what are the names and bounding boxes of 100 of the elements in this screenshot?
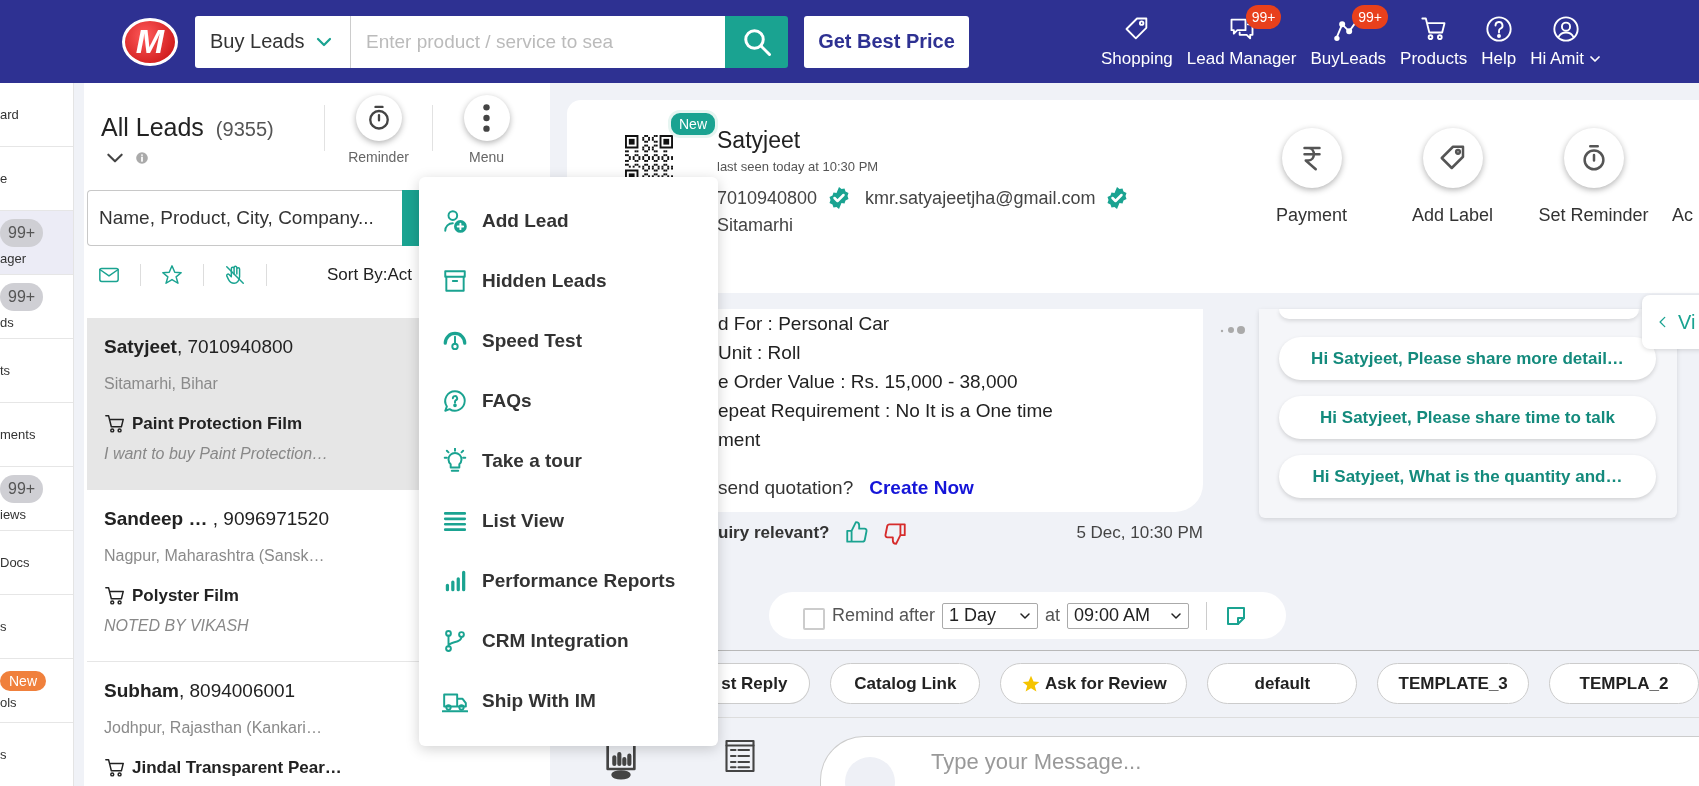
template-chip[interactable]: TEMPLATE_3 [1377,663,1529,704]
sidebar-item[interactable]: 99+ iews [0,467,73,531]
help-icon [1484,14,1513,43]
nav-link[interactable]: Products [1394,4,1474,69]
template-chip[interactable]: Catalog Link [830,663,981,704]
lead-name: Subham, 8094006001 [104,680,296,703]
lead-name: Sandeep … , 9096971520 [104,508,329,531]
bulb-icon [442,448,468,474]
lead-note: I want to buy Paint Protection… [104,444,329,463]
hand-icon[interactable] [224,264,246,286]
info-icon [135,151,149,165]
lead-location: Jodhpur, Rajasthan (Kankari… [104,718,322,738]
sidebar-label: iews [0,507,26,522]
menu-item[interactable]: Ship With IM [419,671,718,731]
sidebar-item[interactable]: 99+ ager [0,211,73,275]
nav-link[interactable]: Help [1475,4,1523,69]
template-chip[interactable]: Ask for Review [1000,663,1188,704]
lead-note: NOTED BY VIKASH [104,616,249,635]
star-icon[interactable] [161,264,183,286]
product-name: Paint Protection Film [132,413,303,434]
count-badge: 99+ [1245,4,1282,29]
sidebar-label: s [0,619,7,634]
reminder-label: Remind after [832,605,936,626]
time-select[interactable]: 09:00 AM [1067,602,1190,629]
reply-chip[interactable]: Hi Satyjeet, Please share more detail… [1279,337,1656,380]
lead-location: Nagpur, Maharashtra (Sansk… [104,546,325,566]
cart-icon [104,756,126,779]
checkbox[interactable] [803,607,825,630]
enquiry-detail: d For : Personal Car [718,312,891,336]
sidebar-label: ols [0,695,17,710]
reply-chip[interactable]: Hi Satyjeet, What is the quantity and… [1279,455,1656,498]
period-select[interactable]: 1 Day [942,602,1039,629]
lead-name: Satyjeet, 7010940800 [104,336,294,359]
sidebar-label: ds [0,315,14,330]
sidebar-item[interactable]: Docs [0,531,73,595]
enquiry-detail: epeat Requirement : No It is a One time [718,399,1054,423]
sidebar-item[interactable]: ard [0,83,73,147]
new-badge: New [0,671,46,691]
phone-number: 7010940800 [717,187,818,209]
count-badge: 99+ [0,283,44,311]
quote-prompt: send quotation? [718,477,854,499]
last-seen: last seen today at 10:30 PM [717,159,880,174]
contact-name: Satyjeet [717,126,802,154]
action-button[interactable] [1422,128,1483,188]
sidebar-item[interactable]: ts [0,339,73,403]
product-name: Polyster Film [132,585,239,606]
category-select[interactable]: Buy Leads [195,15,351,68]
sidebar-item[interactable]: New ols [0,659,73,723]
menu-item[interactable]: Add Lead [419,191,718,251]
sidebar-label: ager [0,251,27,266]
create-now-link[interactable]: Create Now [869,477,974,499]
logo[interactable]: M [122,17,178,66]
panel-title: All Leads [101,113,204,142]
kebab-icon [483,104,490,132]
add-user-icon [442,208,468,234]
product-name: Jindal Transparent Pear… [132,757,342,778]
sidebar-item[interactable]: s [0,595,73,659]
enquiry-detail: Unit : Roll [718,341,802,365]
get-best-price-button[interactable]: Get Best Price [804,15,969,68]
email-address: kmr.satyajeetjha@gmail.com [865,187,1096,209]
reminder-button[interactable]: Reminder [325,95,432,165]
template-chip[interactable]: st Reply [718,663,811,704]
action-label: Payment [1275,205,1347,226]
sidebar-label: Docs [0,555,30,570]
sidebar-label: e [0,171,8,186]
action-button[interactable] [1563,128,1624,188]
count-badge: 99+ [0,475,44,503]
action-button[interactable] [1281,128,1342,188]
sort-dropdown[interactable]: Sort By:Act [327,265,413,285]
enquiry-detail: e Order Value : Rs. 15,000 - 38,000 [718,370,1019,394]
lead-search-field[interactable]: Name, Product, City, Company... [87,190,402,246]
nav-link[interactable]: Shopping [1095,4,1179,69]
action-label: Menu [469,149,504,165]
search-button[interactable] [402,190,422,246]
relevance-prompt: uiry relevant? [718,523,830,543]
template-chip[interactable]: default [1207,663,1358,704]
reply-chip[interactable]: Hi Satyjeet, Please share time to talk [1279,396,1656,439]
template-chip[interactable]: TEMPLA_2 [1549,663,1699,704]
sidebar-item[interactable]: s [0,723,73,786]
sidebar-item[interactable]: 99+ ds [0,275,73,339]
message-time: 5 Dec, 10:30 PM [1076,523,1203,543]
enquiry-detail: ment [718,428,762,452]
action-label: Ac [1672,205,1693,226]
thumbs-up-icon[interactable] [843,520,870,546]
search-icon [741,26,772,57]
search-button[interactable] [725,15,788,68]
lead-count: (9355) [215,118,274,141]
lead-location: Sitamarhi, Bihar [104,374,218,394]
nav-link[interactable]: Lead Manager 99+ [1180,4,1303,69]
sidebar-label: ments [0,427,36,442]
at-label: at [1045,605,1061,626]
sidebar-item[interactable]: ments [0,403,73,467]
cart-icon [104,412,126,435]
menu-button[interactable]: Menu [433,95,540,165]
nav-link[interactable]: BuyLeads 99+ [1304,4,1393,69]
nav-link[interactable]: Hi Amit [1524,4,1607,69]
search-field[interactable]: Enter product / service to sea [351,15,725,68]
archive-icon [442,268,468,294]
action-label: Reminder [348,149,409,165]
menu-item[interactable]: Hidden Leads [419,251,718,311]
